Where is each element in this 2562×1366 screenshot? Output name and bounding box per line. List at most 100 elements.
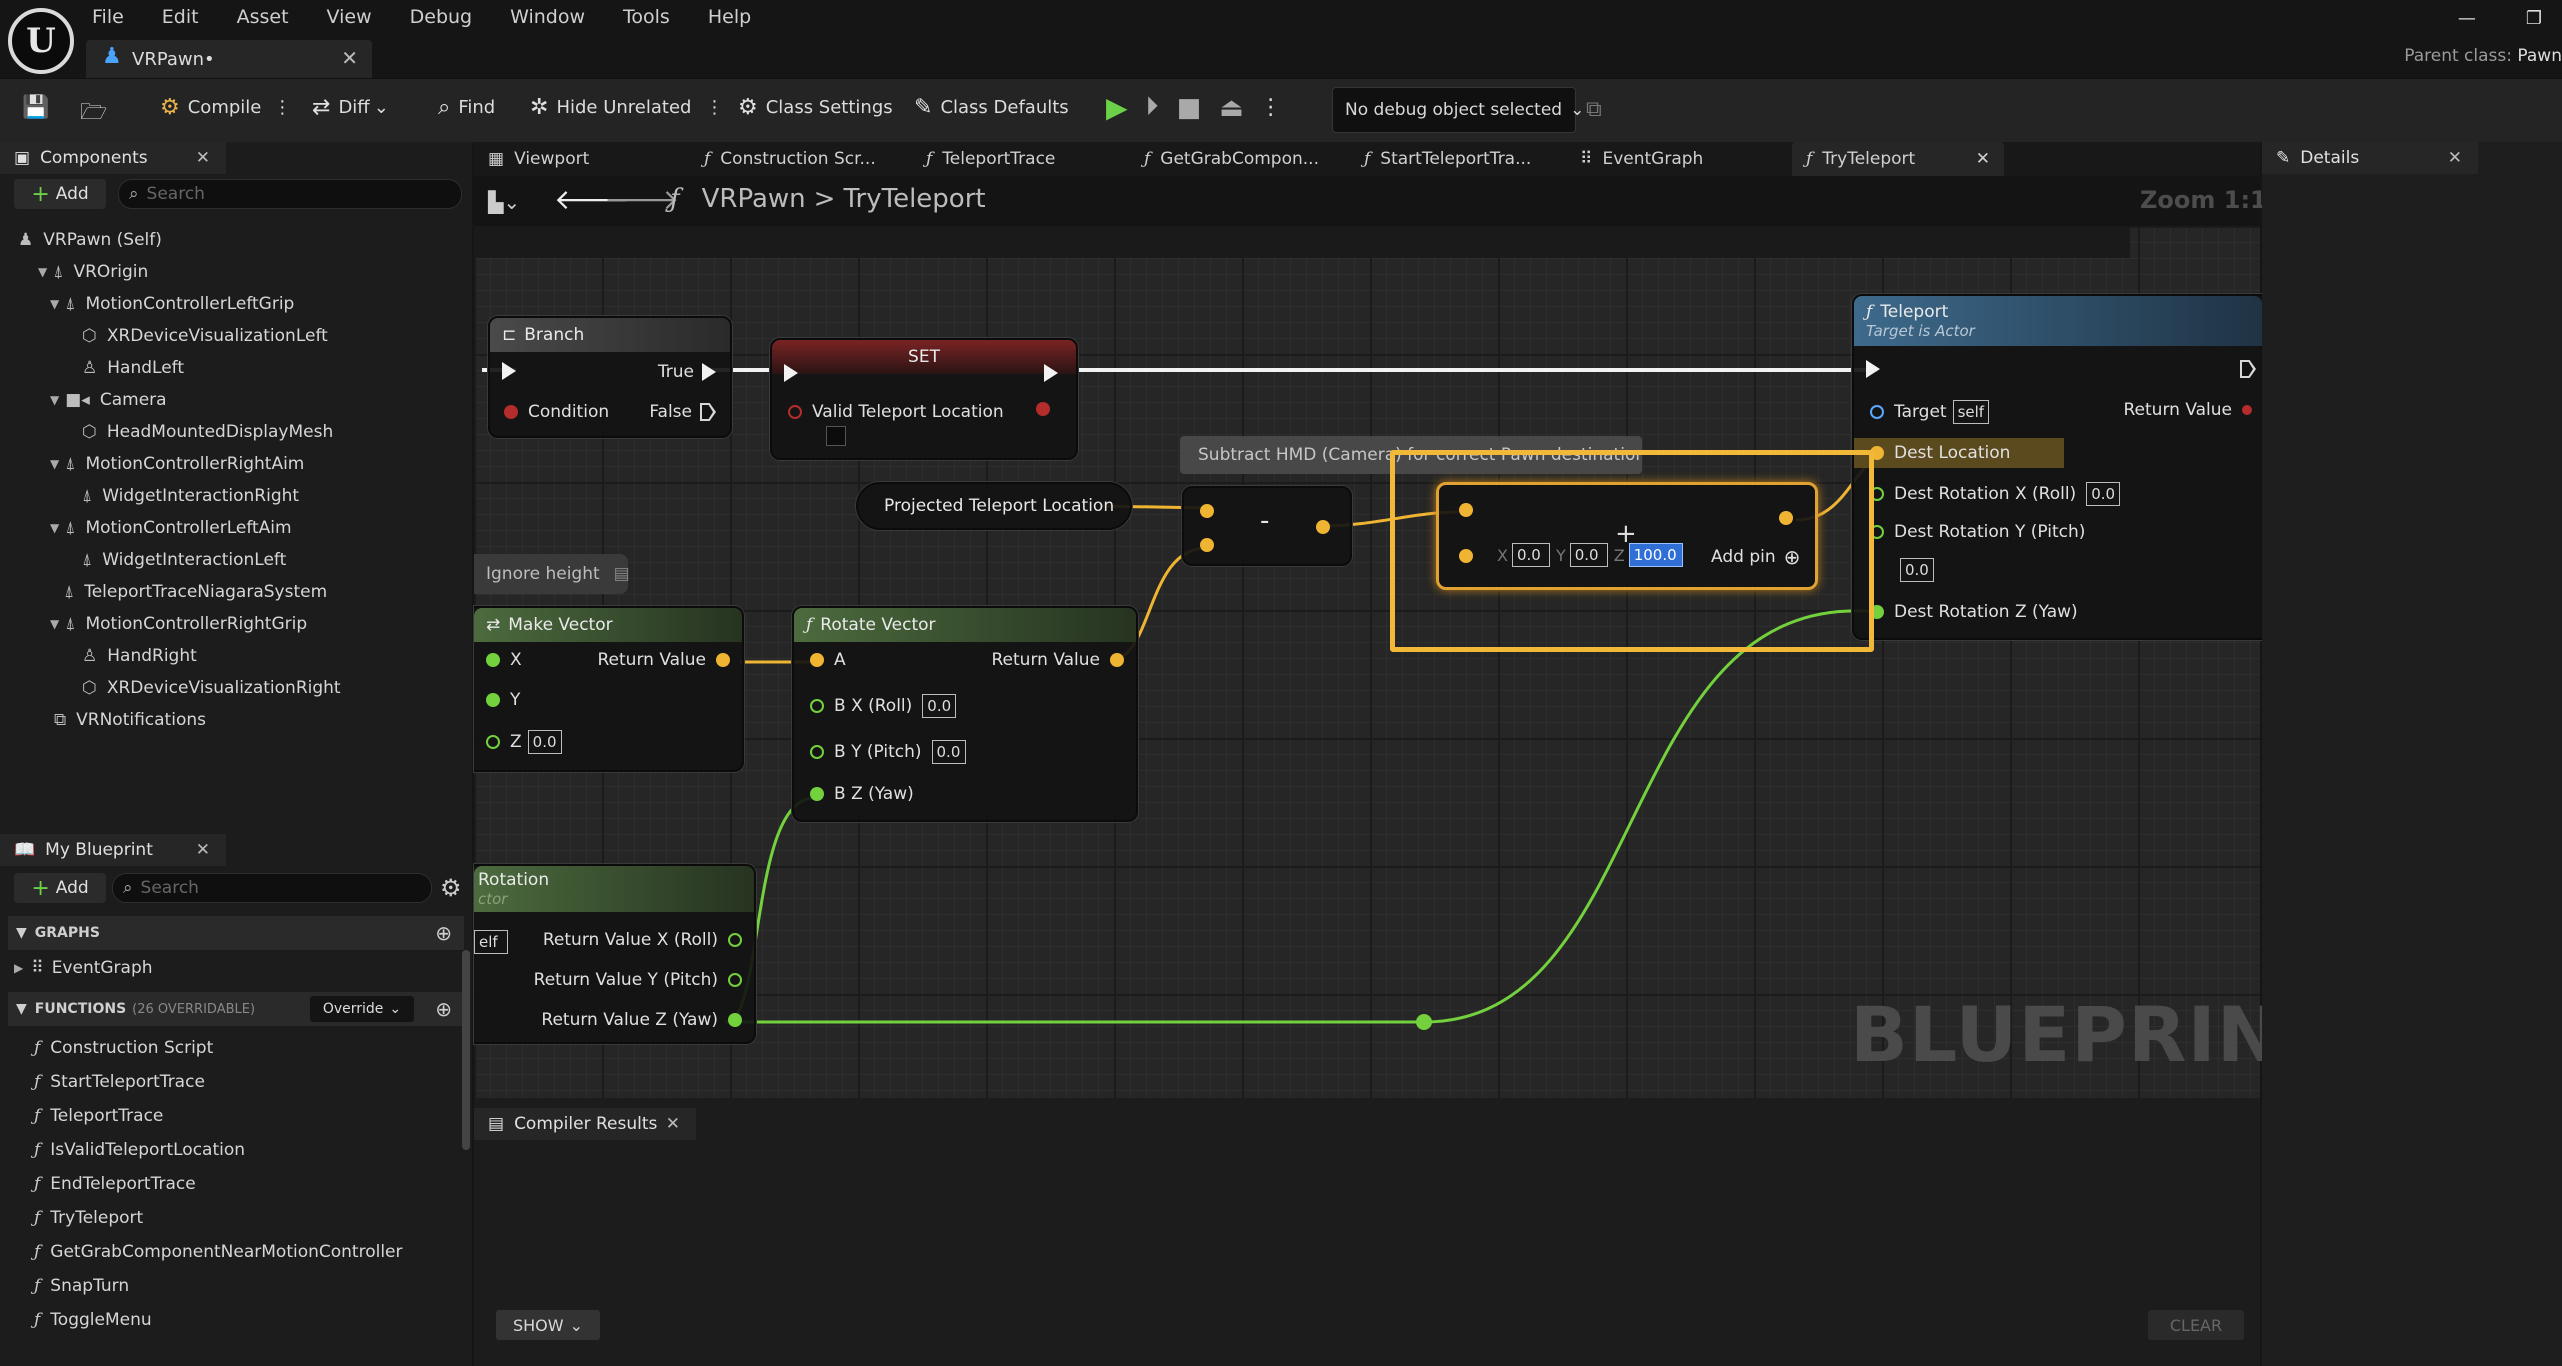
set-node[interactable]: SET Valid Teleport Location bbox=[770, 338, 1078, 460]
class-defaults-button[interactable]: ✎ Class Defaults bbox=[914, 95, 1069, 120]
get-rotation-node[interactable]: Rotation ctor elf Return Value X (Roll) … bbox=[474, 864, 756, 1044]
graphs-section[interactable]: ▼ GRAPHS ⊕ bbox=[8, 916, 464, 950]
exec-out-pin[interactable] bbox=[2240, 360, 2256, 378]
y-pin[interactable]: Y bbox=[486, 690, 520, 710]
teleport-node[interactable]: ƒ Teleport Target is Actor Target self Ret… bbox=[1852, 294, 2262, 640]
subtract-node[interactable]: - bbox=[1182, 486, 1352, 566]
functions-section[interactable]: ▼ FUNCTIONS (26 OVERRIDABLE) Override ⌄ ⊕ bbox=[8, 992, 464, 1026]
a-pin[interactable]: A bbox=[810, 650, 846, 670]
vector-pin-icon[interactable] bbox=[1316, 520, 1330, 534]
expand-icon[interactable]: ▼ bbox=[50, 393, 59, 407]
find-button[interactable]: ⌕ Find bbox=[438, 95, 495, 120]
exec-in-pin[interactable] bbox=[502, 362, 524, 380]
expand-icon[interactable]: ▼ bbox=[50, 457, 59, 471]
reroute-node[interactable] bbox=[1416, 1014, 1432, 1030]
tab-try-teleport[interactable]: ƒ TryTeleport ✕ bbox=[1792, 142, 2004, 176]
tree-item[interactable]: ▼ ⍋ MotionControllerRightAim bbox=[0, 448, 470, 480]
minimize-icon[interactable]: — bbox=[2458, 8, 2476, 29]
valid-teleport-location-pin[interactable]: Valid Teleport Location bbox=[788, 402, 1004, 422]
scrollbar[interactable] bbox=[462, 950, 470, 1150]
parent-class-value[interactable]: Pawn bbox=[2517, 46, 2562, 66]
my-blueprint-tab[interactable]: 📖 My Blueprint ✕ bbox=[0, 834, 226, 866]
ignore-height-reroute[interactable]: Ignore height ▤ bbox=[474, 554, 630, 594]
step-icon[interactable]: ⏵ bbox=[1146, 92, 1159, 123]
hide-unrelated-button[interactable]: ✲ Hide Unrelated ⋮ bbox=[530, 95, 723, 120]
override-dropdown[interactable]: Override ⌄ bbox=[310, 996, 414, 1022]
bx-pin[interactable]: B X (Roll) 0.0 bbox=[810, 694, 957, 718]
return-value-pin[interactable]: Return Value bbox=[2124, 400, 2252, 420]
bz-pin[interactable]: B Z (Yaw) bbox=[810, 784, 914, 804]
projected-teleport-location-node[interactable]: Projected Teleport Location bbox=[856, 482, 1132, 530]
breadcrumb-root[interactable]: VRPawn bbox=[702, 184, 806, 214]
close-icon[interactable]: ✕ bbox=[196, 840, 210, 860]
menu-help[interactable]: Help bbox=[708, 6, 751, 28]
bool-out-pin[interactable] bbox=[1036, 402, 1060, 416]
z-value[interactable]: 0.0 bbox=[527, 730, 562, 754]
forward-arrow-icon[interactable]: 🡒 bbox=[604, 182, 679, 216]
function-item[interactable]: ƒ Construction Script bbox=[34, 1038, 213, 1058]
by-pin[interactable]: B Y (Pitch) 0.0 bbox=[810, 740, 966, 764]
function-item[interactable]: ƒ SnapTurn bbox=[34, 1276, 129, 1296]
tree-item[interactable]: ▼ ⍋ VROrigin bbox=[0, 256, 470, 288]
breadcrumb-leaf[interactable]: TryTeleport bbox=[843, 184, 985, 214]
blueprint-search-input[interactable]: ⌕ Search bbox=[112, 873, 432, 903]
tree-item[interactable]: ▼ ■◂ Camera bbox=[0, 384, 470, 416]
return-value-pin[interactable]: Return Value bbox=[992, 650, 1124, 670]
tree-item[interactable]: ♟ VRPawn (Self) bbox=[0, 224, 470, 256]
class-settings-button[interactable]: ⚙ Class Settings bbox=[738, 95, 893, 120]
return-x-pin[interactable]: Return Value X (Roll) bbox=[543, 930, 742, 950]
condition-pin[interactable]: Condition bbox=[504, 402, 609, 422]
return-y-pin[interactable]: Return Value Y (Pitch) bbox=[534, 970, 742, 990]
tree-item[interactable]: ⧉ VRNotifications bbox=[0, 704, 470, 736]
function-item[interactable]: ƒ TeleportTrace bbox=[34, 1106, 163, 1126]
add-blueprint-item-button[interactable]: + Add bbox=[14, 873, 106, 903]
save-button[interactable]: 💾 bbox=[22, 95, 57, 120]
close-icon[interactable]: ✕ bbox=[2448, 148, 2462, 168]
add-function-icon[interactable]: ⊕ bbox=[435, 997, 452, 1021]
true-pin[interactable]: True bbox=[658, 362, 716, 382]
vector-pin-icon[interactable] bbox=[1200, 504, 1214, 518]
tree-item[interactable]: ▼ ⍋ MotionControllerLeftGrip bbox=[0, 288, 470, 320]
components-search-input[interactable]: ⌕ Search bbox=[118, 179, 462, 209]
function-item[interactable]: ƒ TryTeleport bbox=[34, 1208, 143, 1228]
tree-item[interactable]: ⍋ TeleportTraceNiagaraSystem bbox=[0, 576, 470, 608]
function-item[interactable]: ƒ IsValidTeleportLocation bbox=[34, 1140, 245, 1160]
tree-item[interactable]: ⍋ WidgetInteractionLeft bbox=[0, 544, 470, 576]
close-icon[interactable]: ✕ bbox=[666, 1114, 680, 1134]
gear-icon[interactable]: ⚙ bbox=[440, 874, 462, 902]
tab-teleport-trace[interactable]: ƒ TeleportTrace bbox=[926, 142, 1055, 176]
tree-item[interactable]: ⬡ XRDeviceVisualizationLeft bbox=[0, 320, 470, 352]
menu-window[interactable]: Window bbox=[510, 6, 585, 28]
menu-edit[interactable]: Edit bbox=[162, 6, 199, 28]
branch-node[interactable]: ⊏ Branch True Condition False bbox=[488, 316, 732, 438]
tab-event-graph[interactable]: ⠿ EventGraph bbox=[1580, 142, 1703, 176]
function-item[interactable]: ƒ ToggleMenu bbox=[34, 1310, 152, 1330]
tab-get-grab-component[interactable]: ƒ GetGrabCompon... bbox=[1144, 142, 1319, 176]
tree-item[interactable]: ⬡ HeadMountedDisplayMesh bbox=[0, 416, 470, 448]
menu-file[interactable]: File bbox=[92, 6, 124, 28]
add-graph-icon[interactable]: ⊕ bbox=[435, 921, 452, 945]
tab-construction-script[interactable]: ƒ Construction Scr... bbox=[704, 142, 876, 176]
close-icon[interactable]: ✕ bbox=[1976, 149, 1990, 169]
hide-unrelated-options-icon[interactable]: ⋮ bbox=[705, 97, 723, 118]
target-value[interactable]: self bbox=[1952, 400, 1990, 424]
unreal-logo-icon[interactable]: U bbox=[8, 8, 74, 74]
close-icon[interactable]: ✕ bbox=[341, 46, 358, 70]
checkbox[interactable] bbox=[826, 426, 846, 446]
dest-rotation-y-pin[interactable]: Dest Rotation Y (Pitch) bbox=[1870, 522, 2085, 542]
by-value[interactable]: 0.0 bbox=[931, 740, 966, 764]
stop-icon[interactable]: ■ bbox=[1177, 93, 1202, 123]
vector-pin-icon[interactable] bbox=[1200, 538, 1214, 552]
diff-button[interactable]: ⇄ Diff ⌄ bbox=[312, 95, 389, 120]
menu-tools[interactable]: Tools bbox=[623, 6, 670, 28]
compiler-results-tab[interactable]: ▤ Compiler Results ✕ bbox=[474, 1108, 696, 1140]
function-item[interactable]: ƒ EndTeleportTrace bbox=[34, 1174, 196, 1194]
expand-icon[interactable]: ▼ bbox=[50, 297, 59, 311]
restore-icon[interactable]: ❐ bbox=[2526, 8, 2542, 29]
dest-location-pin[interactable]: Dest Location bbox=[1854, 438, 2064, 468]
exec-out-pin[interactable] bbox=[1044, 364, 1066, 382]
compile-button[interactable]: ⚙ Compile ⋮ bbox=[160, 95, 291, 120]
compile-options-icon[interactable]: ⋮ bbox=[273, 97, 291, 118]
add-component-button[interactable]: + Add bbox=[14, 179, 106, 209]
expand-icon[interactable]: ▼ bbox=[38, 265, 47, 279]
